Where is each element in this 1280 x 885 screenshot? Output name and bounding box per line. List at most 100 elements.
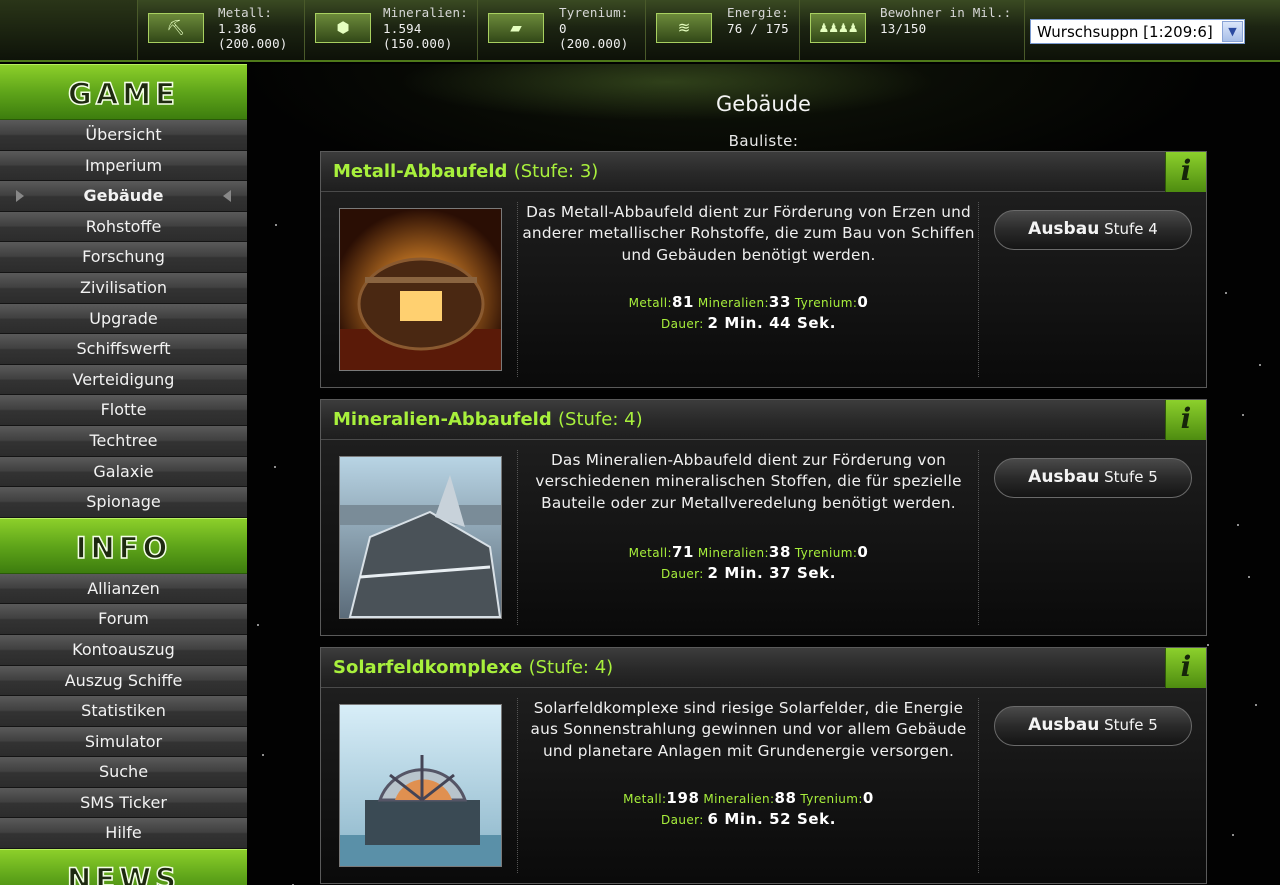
sidebar-item-suche[interactable]: Suche — [0, 757, 247, 788]
tyrenium-label: Tyrenium: — [559, 5, 629, 20]
upgrade-button-level: Stufe 5 — [1104, 468, 1158, 486]
building-name[interactable]: Solarfeldkomplexe (Stufe: 4) — [333, 657, 613, 678]
upgrade-button-level: Stufe 4 — [1104, 220, 1158, 238]
duration-value: 2 Min. 37 Sek. — [707, 564, 837, 582]
building-description: Das Mineralien-Abbaufeld dient zur Förde… — [535, 451, 962, 512]
sidebar-item-label: Übersicht — [85, 125, 162, 144]
planet-select[interactable]: Wurschsuppn [1:209:6] ▼ — [1030, 19, 1245, 44]
sidebar-item-spionage[interactable]: Spionage — [0, 487, 247, 518]
sidebar-item-schiffswerft[interactable]: Schiffswerft — [0, 334, 247, 365]
upgrade-button-word: Ausbau — [1028, 219, 1100, 239]
sidebar-item-label: Galaxie — [93, 461, 154, 481]
resource-population: ♟♟♟♟ Bewohner in Mil.: 13/150 — [800, 0, 1025, 60]
duration-label: Dauer: — [660, 317, 704, 331]
star — [257, 624, 259, 626]
upgrade-button[interactable]: Ausbau Stufe 5 — [994, 458, 1192, 498]
building-name[interactable]: Mineralien-Abbaufeld (Stufe: 4) — [333, 409, 643, 430]
sidebar-item-upgrade[interactable]: Upgrade — [0, 303, 247, 335]
upgrade-button[interactable]: Ausbau Stufe 5 — [994, 706, 1192, 746]
divider — [517, 202, 518, 377]
sidebar-item-forum[interactable]: Forum — [0, 604, 247, 635]
sidebar-item-label: Auszug Schiffe — [64, 670, 183, 690]
cost-minerals-value: 88 — [774, 789, 797, 807]
building-image[interactable] — [339, 704, 502, 867]
cost-metal-label: Metall: — [628, 546, 672, 560]
minerals-capacity: (150.000) — [383, 36, 453, 51]
info-icon[interactable]: i — [1165, 400, 1206, 440]
sidebar-item-label: Schiffswerft — [76, 339, 171, 359]
star — [1232, 834, 1234, 836]
upgrade-button-word: Ausbau — [1028, 715, 1100, 735]
sidebar-item-label: Suche — [98, 762, 149, 782]
sidebar-item-label: Gebäude — [83, 186, 164, 206]
sidebar-item-imperium[interactable]: Imperium — [0, 150, 247, 182]
star — [1207, 644, 1209, 646]
duration-value: 2 Min. 44 Sek. — [707, 314, 837, 332]
sidebar-item-zivilisation[interactable]: Zivilisation — [0, 272, 247, 304]
sidebar-item-label: Hilfe — [105, 823, 142, 843]
cost-tyrenium-value: 0 — [857, 543, 869, 561]
population-value: 13/150 — [880, 20, 927, 36]
sidebar-item-label: Simulator — [84, 731, 163, 751]
population-icon: ♟♟♟♟ — [810, 13, 866, 43]
star — [1237, 524, 1239, 526]
divider — [978, 450, 979, 625]
sidebar-item-kontoauszug[interactable]: Kontoauszug — [0, 634, 247, 666]
building-image[interactable] — [339, 208, 502, 371]
cost-metal-label: Metall: — [628, 296, 672, 310]
sidebar-item-label: Flotte — [100, 400, 147, 420]
sidebar-item-hilfe[interactable]: Hilfe — [0, 818, 247, 850]
sidebar-item-label: Zivilisation — [80, 277, 167, 297]
sidebar-item-galaxie[interactable]: Galaxie — [0, 456, 247, 488]
resource-tyrenium: ▰ Tyrenium: 0 (200.000) — [478, 0, 646, 60]
sidebar-item-flotte[interactable]: Flotte — [0, 395, 247, 426]
cost-metal-value: 71 — [671, 543, 695, 561]
sidebar-item-label: Forschung — [82, 247, 165, 267]
sidebar-item-verteidigung[interactable]: Verteidigung — [0, 364, 247, 396]
cost-tyrenium-value: 0 — [857, 293, 869, 311]
sidebar-item-übersicht[interactable]: Übersicht — [0, 120, 247, 151]
building-description: Solarfeldkomplexe sind riesige Solarfeld… — [530, 699, 967, 760]
duration-label: Dauer: — [660, 813, 704, 827]
sidebar-item-statistiken[interactable]: Statistiken — [0, 696, 247, 727]
sidebar-item-label: Verteidigung — [72, 369, 175, 389]
energy-value: 76 / 175 — [727, 20, 789, 36]
building-card-body: Solarfeldkomplexe sind riesige Solarfeld… — [321, 688, 1206, 883]
sidebar-item-techtree[interactable]: Techtree — [0, 425, 247, 457]
active-marker-right-icon — [223, 190, 231, 203]
resource-energy: ≋ Energie: 76 / 175 — [646, 0, 800, 60]
upgrade-button-level: Stufe 5 — [1104, 716, 1158, 734]
section-header-news: NEWS — [0, 849, 247, 885]
cost-minerals-value: 38 — [768, 543, 791, 561]
info-icon[interactable]: i — [1165, 152, 1206, 192]
resource-bar: ⛏ Metall: 1.386 (200.000) ⬢ Mineralien: … — [0, 0, 1280, 62]
sidebar-item-simulator[interactable]: Simulator — [0, 726, 247, 758]
building-name[interactable]: Metall-Abbaufeld (Stufe: 3) — [333, 161, 598, 182]
upgrade-button[interactable]: Ausbau Stufe 4 — [994, 210, 1192, 250]
sidebar-item-label: SMS Ticker — [80, 792, 167, 812]
sidebar-item-allianzen[interactable]: Allianzen — [0, 573, 247, 605]
building-image[interactable] — [339, 456, 502, 619]
section-header-game: GAME — [0, 64, 247, 120]
cost-minerals-value: 33 — [768, 293, 791, 311]
sidebar-item-label: Rohstoffe — [85, 216, 162, 236]
cost-tyrenium-label: Tyrenium: — [794, 546, 858, 560]
sidebar-item-sms-ticker[interactable]: SMS Ticker — [0, 787, 247, 819]
sidebar-item-rohstoffe[interactable]: Rohstoffe — [0, 211, 247, 243]
building-card-header: Solarfeldkomplexe (Stufe: 4) i — [321, 648, 1206, 688]
cost-tyrenium-label: Tyrenium: — [800, 792, 863, 806]
sidebar-item-gebäude[interactable]: Gebäude — [0, 181, 247, 212]
resource-metal: ⛏ Metall: 1.386 (200.000) — [138, 0, 305, 60]
sidebar-item-label: Kontoauszug — [72, 639, 175, 659]
sidebar-item-auszug-schiffe[interactable]: Auszug Schiffe — [0, 665, 247, 697]
logo-area — [0, 0, 138, 60]
info-icon[interactable]: i — [1165, 648, 1206, 688]
chevron-down-icon[interactable]: ▼ — [1222, 21, 1243, 42]
sidebar-item-forschung[interactable]: Forschung — [0, 242, 247, 273]
star — [1248, 576, 1250, 578]
sidebar-item-label: Forum — [98, 609, 149, 629]
cost-metal-value: 81 — [671, 293, 695, 311]
sidebar-item-label: Statistiken — [81, 701, 166, 721]
cost-metal-label: Metall: — [623, 792, 667, 806]
sidebar-item-label: Imperium — [84, 155, 163, 175]
